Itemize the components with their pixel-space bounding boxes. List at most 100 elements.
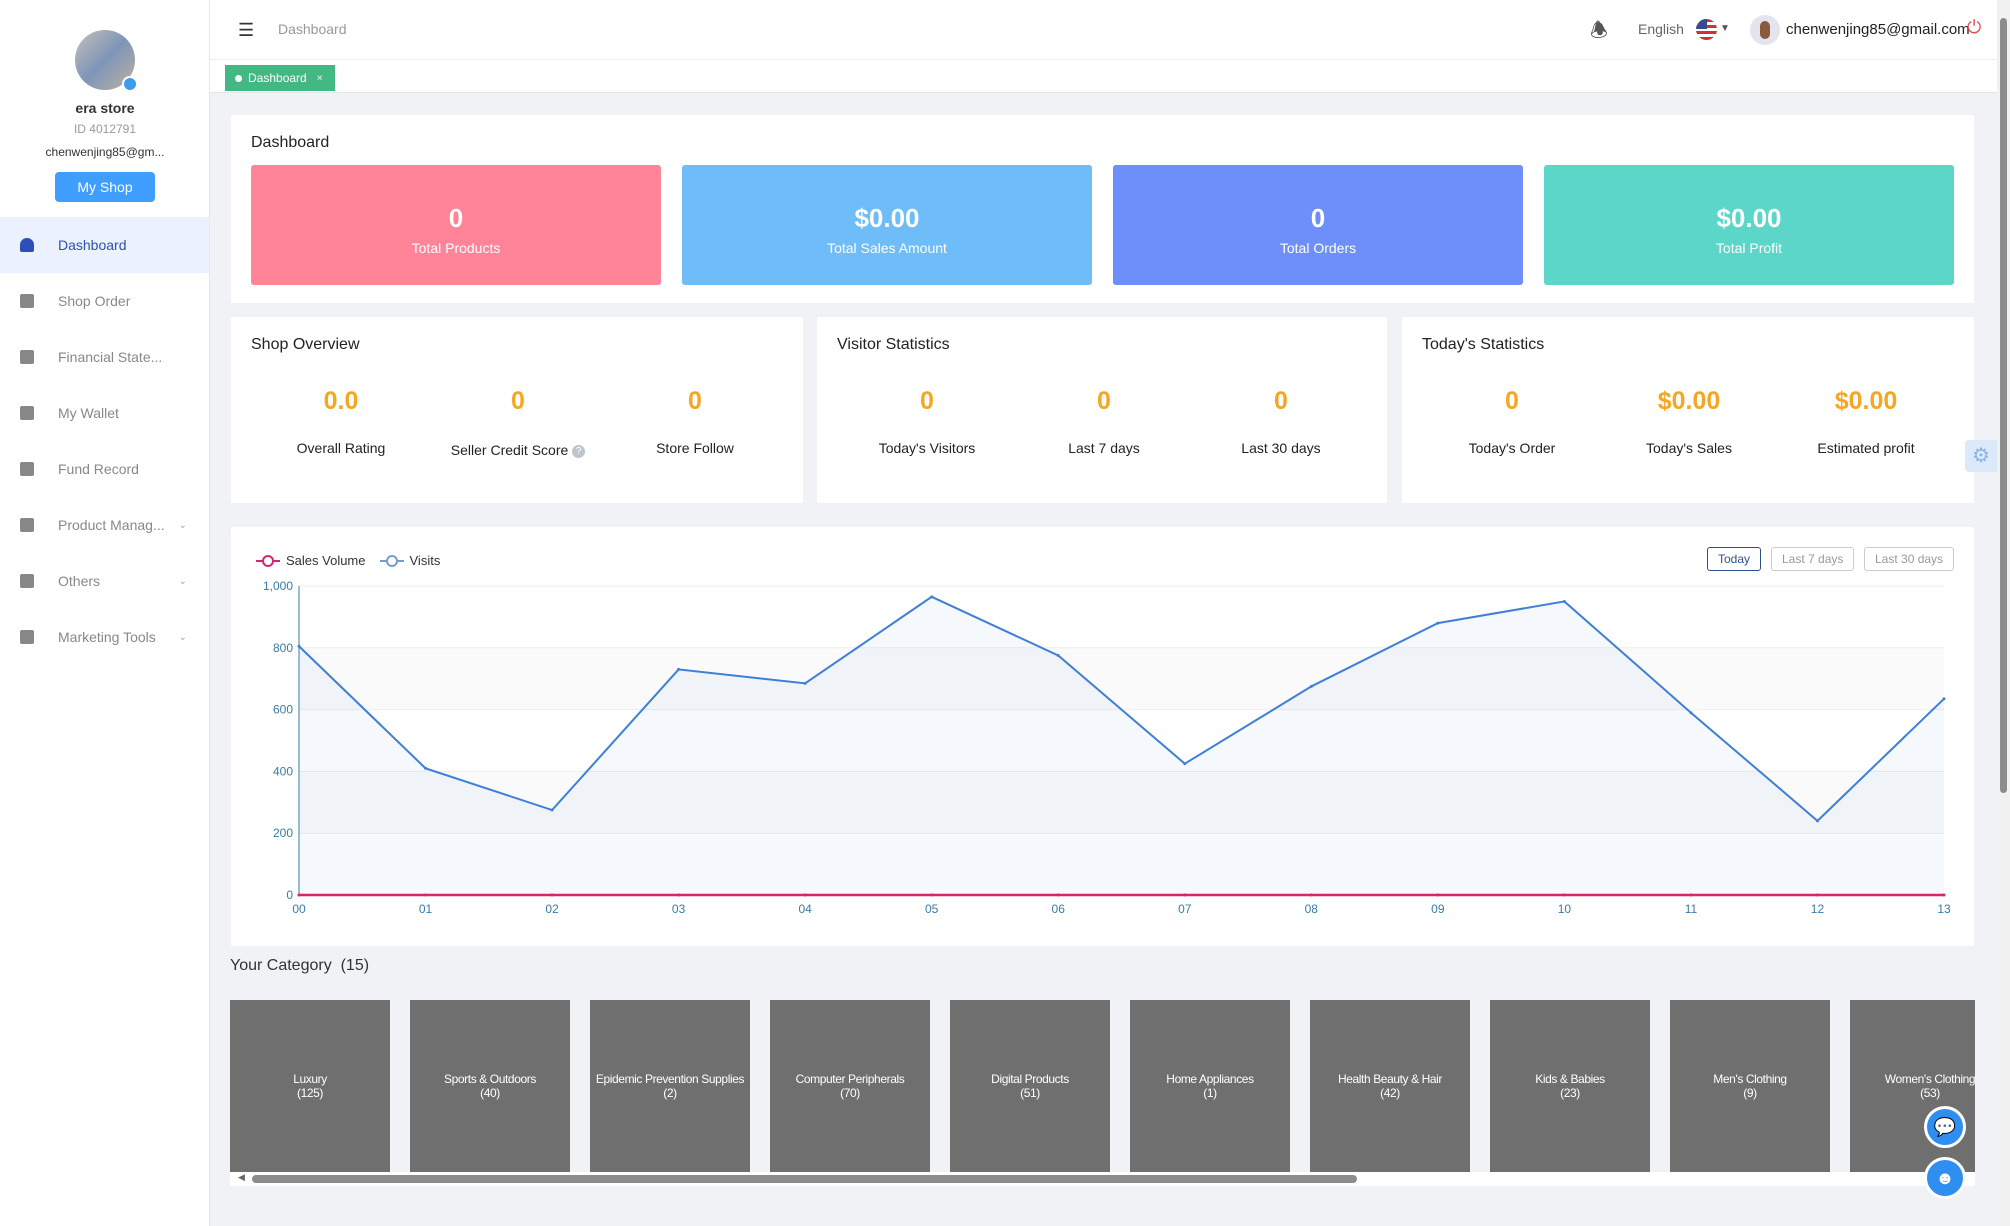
my-shop-button[interactable]: My Shop — [55, 172, 155, 202]
user-avatar[interactable] — [1750, 15, 1780, 45]
verified-badge-icon — [122, 76, 138, 92]
todays-sales: $0.00 Today's Sales — [1599, 387, 1779, 456]
user-email[interactable]: chenwenjing85@gmail.com — [1786, 21, 1970, 38]
grid-band — [299, 647, 1944, 710]
sidebar-item-label: My Wallet — [58, 405, 119, 421]
settings-gear-icon[interactable]: ⚙ — [1965, 440, 1997, 472]
sidebar-item-product-management[interactable]: Product Manag... ⌄ — [0, 497, 209, 553]
scroll-left-icon[interactable]: ◀ — [238, 1172, 245, 1183]
us-flag-icon[interactable] — [1696, 19, 1717, 40]
customer-service-icon[interactable]: ☻ — [1924, 1157, 1966, 1199]
category-name: Health Beauty & Hair — [1337, 1072, 1443, 1086]
metric-value: 0 — [1097, 387, 1111, 415]
y-tick-label: 0 — [286, 888, 293, 902]
sales-volume-point — [1056, 893, 1060, 897]
seller-credit-score: 0 Seller Credit Score ? — [428, 387, 608, 458]
y-tick-label: 1,000 — [263, 579, 293, 593]
todays-visitors: 0 Today's Visitors — [837, 387, 1017, 456]
metric-value: 0 — [1505, 387, 1519, 415]
category-name: Computer Peripherals — [795, 1072, 905, 1086]
metric-label: Last 7 days — [1068, 440, 1140, 456]
help-icon[interactable]: ? — [572, 444, 586, 458]
x-tick-label: 08 — [1305, 902, 1319, 916]
tab-label: Dashboard — [248, 71, 307, 85]
visitor-statistics-card: Visitor Statistics 0 Today's Visitors 0 La… — [817, 317, 1387, 503]
category-name: Home Appliances — [1166, 1072, 1254, 1086]
metric-value: 0 — [1274, 387, 1288, 415]
category-tile[interactable]: Men's Clothing (9) — [1670, 1000, 1830, 1172]
metric-value: 0 — [511, 387, 525, 415]
y-tick-label: 200 — [273, 826, 293, 840]
sidebar-item-dashboard[interactable]: Dashboard — [0, 217, 209, 273]
category-tile[interactable]: Women's Clothing (53) — [1850, 1000, 1975, 1172]
category-count: (125) — [296, 1086, 323, 1100]
store-name: era store — [75, 100, 135, 116]
briefcase-icon — [20, 518, 34, 532]
store-id: ID 4012791 — [73, 122, 137, 136]
x-tick-label: 12 — [1811, 902, 1825, 916]
dashboard-summary-card: Dashboard 0 Total Products $0.00 Total Sal… — [231, 115, 1974, 303]
x-tick-label: 05 — [925, 902, 939, 916]
caret-down-icon[interactable]: ▼ — [1720, 23, 1730, 34]
dashboard-icon — [20, 238, 34, 252]
category-tile[interactable]: Epidemic Prevention Supplies (2) — [590, 1000, 750, 1172]
chevron-down-icon: ⌄ — [178, 519, 187, 531]
sidebar-item-others[interactable]: Others ⌄ — [0, 553, 209, 609]
category-tile[interactable]: Kids & Babies (23) — [1490, 1000, 1650, 1172]
category-name: Epidemic Prevention Supplies — [595, 1072, 745, 1086]
sidebar-item-shop-order[interactable]: Shop Order — [0, 273, 209, 329]
menu-fold-icon[interactable]: ☰ — [238, 21, 254, 39]
file-icon — [20, 462, 34, 476]
sidebar-item-label: Fund Record — [58, 461, 139, 477]
stat-total-sales: $0.00 Total Sales Amount — [682, 165, 1092, 285]
category-tile[interactable]: Sports & Outdoors (40) — [410, 1000, 570, 1172]
estimated-profit: $0.00 Estimated profit — [1776, 387, 1956, 456]
category-count: (9) — [1743, 1086, 1757, 1100]
metric-value: $0.00 — [1657, 387, 1721, 415]
close-icon[interactable]: × — [317, 73, 323, 84]
sidebar: era store ID 4012791 chenwenjing85@gm...… — [0, 0, 210, 1226]
category-count: (51) — [1020, 1086, 1040, 1100]
clipboard-icon — [20, 294, 34, 308]
tab-dashboard[interactable]: Dashboard × — [225, 65, 335, 91]
scrollbar-thumb[interactable] — [2000, 18, 2007, 793]
sidebar-item-financial-statement[interactable]: Financial State... — [0, 329, 209, 385]
sidebar-item-label: Others — [58, 573, 101, 589]
scrollbar-thumb[interactable] — [252, 1175, 1357, 1183]
category-tile[interactable]: Digital Products (51) — [950, 1000, 1110, 1172]
category-title: Your Category (15) — [230, 957, 370, 974]
power-icon[interactable]: ⏻ — [1967, 17, 1981, 38]
bell-icon[interactable]: 🕭 — [1590, 16, 1608, 50]
card-title: Today's Statistics — [1422, 336, 1545, 353]
page-scrollbar[interactable] — [1997, 0, 2010, 1226]
breadcrumb: Dashboard — [278, 21, 347, 37]
metric-label: Estimated profit — [1817, 440, 1915, 456]
x-tick-label: 13 — [1937, 902, 1951, 916]
sidebar-item-marketing-tools[interactable]: Marketing Tools ⌄ — [0, 609, 209, 665]
category-tile[interactable]: Home Appliances (1) — [1130, 1000, 1290, 1172]
visits-point — [930, 595, 934, 599]
sidebar-item-fund-record[interactable]: Fund Record — [0, 441, 209, 497]
category-tile[interactable]: Computer Peripherals (70) — [770, 1000, 930, 1172]
category-count: (42) — [1380, 1086, 1400, 1100]
visits-point — [677, 667, 681, 671]
stat-label: Total Products — [411, 240, 501, 256]
category-name: Sports & Outdoors — [444, 1072, 536, 1086]
visits-point — [1436, 621, 1440, 625]
visits-point — [803, 681, 807, 685]
sales-volume-point — [1815, 893, 1819, 897]
category-scrollbar[interactable]: ◀ — [230, 1172, 1975, 1186]
bar-chart-icon — [20, 630, 34, 644]
category-tile[interactable]: Health Beauty & Hair (42) — [1310, 1000, 1470, 1172]
category-tile[interactable]: Luxury (125) — [230, 1000, 390, 1172]
stat-label: Total Orders — [1279, 240, 1357, 256]
language-selector[interactable]: English — [1638, 21, 1684, 37]
chat-icon[interactable]: 💬 — [1924, 1106, 1966, 1148]
sidebar-item-my-wallet[interactable]: My Wallet — [0, 385, 209, 441]
category-name: Women's Clothing — [1884, 1072, 1975, 1086]
x-tick-label: 06 — [1052, 902, 1066, 916]
category-count: (23) — [1560, 1086, 1580, 1100]
metric-value: 0.0 — [323, 387, 359, 415]
x-tick-label: 11 — [1685, 902, 1698, 916]
store-avatar[interactable] — [75, 30, 138, 92]
